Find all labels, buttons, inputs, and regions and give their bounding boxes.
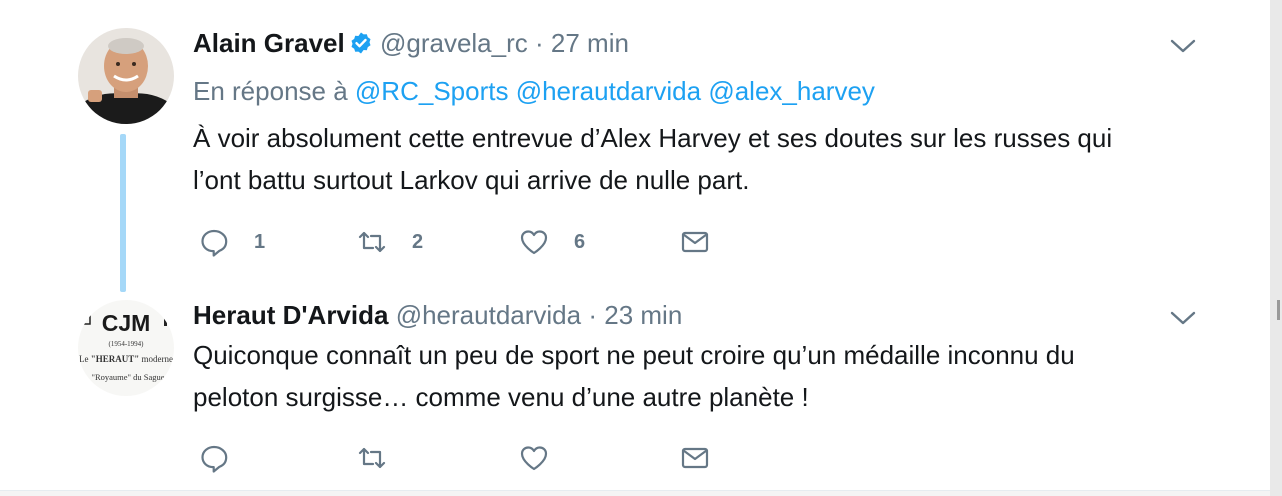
tweet-timestamp[interactable]: 27 min [551,28,629,58]
tweet-text-line: Quiconque connaît un peu de sport ne peu… [193,340,1075,370]
mention-herautdarvida[interactable]: @herautdarvida [516,76,701,106]
tweet-text-line: l’ont battu surtout Larkov qui arrive de… [193,165,750,195]
tweet-text: À voir absolument cette entrevue d’Alex … [193,117,1223,201]
avatar-logo: CJM (1954-1994) Le "HERAUT" moderne "Roy… [78,300,174,396]
tweet-text: Quiconque connaît un peu de sport ne peu… [193,334,1223,418]
chevron-down-icon[interactable] [1169,308,1197,328]
separator-dot: · [588,300,597,330]
tweet-text-line: À voir absolument cette entrevue d’Alex … [193,123,1113,153]
chevron-down-icon[interactable] [1169,36,1197,56]
tweet-text-line: peloton surgisse… comme venu d’une autre… [193,382,809,412]
retweet-icon [358,447,386,469]
author-name[interactable]: Heraut D'Arvida [193,300,388,330]
logo-line1: Le "HERAUT" moderne [79,354,173,364]
tweet-actions: 1 2 6 [198,224,758,260]
author-handle[interactable]: @herautdarvida [396,300,581,330]
mention-rc-sports[interactable]: @RC_Sports [355,76,509,106]
like-button[interactable] [518,440,550,476]
scrollbar[interactable] [1270,0,1282,496]
dm-icon [681,231,709,253]
verified-badge-icon [349,30,373,54]
separator-dot: · [535,28,544,58]
retweet-icon [358,231,386,253]
avatar-photo [78,28,174,124]
tweet-alain-gravel[interactable]: Alain Gravel @gravela_rc · 27 min En rép… [0,0,1270,292]
reply-icon [201,445,228,473]
tweet-header: Alain Gravel @gravela_rc · 27 min [193,27,629,59]
logo-call-sign: CJM [102,310,151,336]
retweet-button[interactable]: 2 [356,224,423,260]
reply-prefix: En réponse à [193,76,348,106]
reply-count: 1 [254,230,266,253]
like-count: 6 [574,230,586,253]
reply-context: En réponse à @RC_Sports @herautdarvida @… [193,75,875,107]
like-icon [520,230,548,255]
avatar-alain-gravel[interactable] [78,28,174,124]
reply-icon [201,229,228,257]
dm-icon [681,447,709,469]
like-button[interactable]: 6 [518,224,585,260]
retweet-button[interactable] [356,440,388,476]
scrollbar-thumb[interactable] [1277,300,1280,320]
tweet-heraut-darvida[interactable]: CJM (1954-1994) Le "HERAUT" moderne "Roy… [0,290,1270,490]
retweet-count: 2 [412,230,424,253]
tweet-header: Heraut D'Arvida @herautdarvida · 23 min [193,299,682,331]
like-icon [520,446,548,471]
logo-line2: "Royaume" du Sague [91,372,164,382]
mention-alex-harvey[interactable]: @alex_harvey [708,76,875,106]
author-handle[interactable]: @gravela_rc [380,28,528,58]
dm-button[interactable] [679,224,711,260]
tweet-actions [198,440,758,476]
dm-button[interactable] [679,440,711,476]
reply-button[interactable] [198,440,230,476]
author-name[interactable]: Alain Gravel [193,28,345,58]
avatar-heraut-darvida[interactable]: CJM (1954-1994) Le "HERAUT" moderne "Roy… [78,300,174,396]
logo-years: (1954-1994) [109,340,145,348]
reply-button[interactable]: 1 [198,224,265,260]
timeline-card: Alain Gravel @gravela_rc · 27 min En rép… [0,0,1270,491]
tweet-timestamp[interactable]: 23 min [604,300,682,330]
thread-connector-line [120,134,126,292]
